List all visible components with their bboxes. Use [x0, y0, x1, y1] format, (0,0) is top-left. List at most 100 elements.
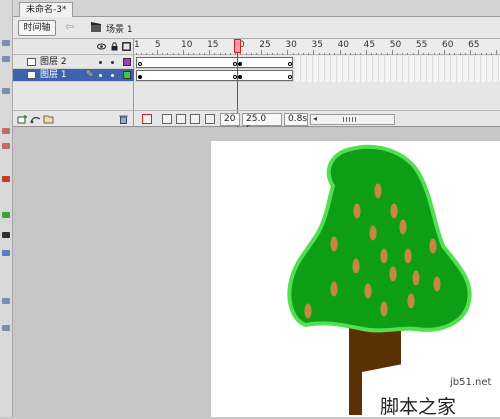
- tool-icon[interactable]: [2, 128, 10, 134]
- scroll-left-icon[interactable]: ◂: [313, 114, 317, 123]
- tween-span[interactable]: [136, 70, 293, 81]
- fruit-shape[interactable]: [374, 183, 382, 199]
- fruit-shape[interactable]: [380, 301, 388, 317]
- document-tab-bar: 未命名-3*: [13, 0, 500, 17]
- watermark-url: jb51.net: [450, 377, 492, 388]
- fruit-shape[interactable]: [352, 258, 360, 274]
- stage-canvas[interactable]: [211, 141, 500, 417]
- tool-icon[interactable]: [2, 143, 10, 149]
- fruit-shape[interactable]: [304, 303, 312, 319]
- tool-icon[interactable]: [2, 232, 10, 238]
- tool-icon[interactable]: [2, 56, 10, 62]
- fruit-shape[interactable]: [353, 203, 361, 219]
- ruler-label: 45: [363, 40, 376, 50]
- keyframe[interactable]: [288, 75, 292, 79]
- fruit-shape[interactable]: [433, 276, 441, 292]
- tool-icon[interactable]: [2, 88, 10, 94]
- outline-color-swatch[interactable]: [123, 71, 131, 79]
- ruler-label: 5: [154, 40, 161, 50]
- tool-icon[interactable]: [2, 212, 10, 218]
- ruler-tick: [490, 53, 492, 55]
- fruit-shape[interactable]: [404, 248, 412, 264]
- tool-icon[interactable]: [2, 250, 10, 256]
- ruler-tick: [282, 53, 284, 55]
- frame-row[interactable]: [134, 56, 500, 69]
- tree-drawing[interactable]: [211, 141, 500, 417]
- layer-row-2[interactable]: 图层 2: [13, 56, 134, 69]
- onion-skin-icon[interactable]: [162, 114, 172, 124]
- fruit-shape[interactable]: [390, 203, 398, 219]
- new-layer-icon[interactable]: [17, 114, 28, 124]
- lock-icon[interactable]: [110, 42, 119, 51]
- playhead[interactable]: [234, 39, 241, 53]
- tween-span[interactable]: [136, 57, 293, 68]
- frame-ruler[interactable]: 15101520253035404550556065: [134, 39, 500, 55]
- visibility-dot[interactable]: [99, 74, 102, 77]
- fruit-shape[interactable]: [407, 293, 415, 309]
- keyframe[interactable]: [138, 75, 142, 79]
- ruler-label: 50: [389, 40, 402, 50]
- fruit-shape[interactable]: [412, 270, 420, 286]
- ruler-tick: [454, 53, 456, 55]
- tool-icon[interactable]: [2, 176, 10, 182]
- tool-icon[interactable]: [2, 325, 10, 331]
- tool-icon[interactable]: [2, 40, 10, 46]
- visibility-dot[interactable]: [99, 61, 102, 64]
- fruit-shape[interactable]: [399, 219, 407, 235]
- fruit-shape[interactable]: [330, 236, 338, 252]
- ruler-tick: [334, 53, 336, 55]
- timeline-toggle-button[interactable]: 时间轴: [18, 20, 56, 36]
- timeline-panel: 图层 2 图层 1 ✎ 1 5 10 15 25 30 35 40 45 50 …: [13, 39, 500, 135]
- outline-color-swatch[interactable]: [123, 58, 131, 66]
- timeline-scrollbar[interactable]: ◂: [310, 114, 395, 125]
- tree-canopy[interactable]: [287, 144, 472, 333]
- stage-pasteboard: [13, 127, 500, 417]
- ruler-tick: [245, 53, 247, 55]
- ruler-label: 1: [134, 40, 140, 50]
- ruler-tick: [182, 50, 184, 55]
- ruler-tick: [266, 53, 268, 55]
- onion-outline-icon[interactable]: [176, 114, 186, 124]
- empty-frames[interactable]: [295, 56, 500, 69]
- fruit-shape[interactable]: [364, 283, 372, 299]
- fruit-shape[interactable]: [330, 281, 338, 297]
- layer-row-1[interactable]: 图层 1 ✎: [13, 69, 134, 82]
- add-guide-layer-icon[interactable]: [30, 114, 41, 124]
- eye-icon[interactable]: [97, 42, 106, 51]
- document-tab[interactable]: 未命名-3*: [19, 2, 74, 17]
- keyframe[interactable]: [238, 62, 242, 66]
- back-arrow-icon[interactable]: ⇦: [65, 20, 74, 33]
- frame-rate-field[interactable]: 25.0 fps: [242, 113, 282, 135]
- fruit-shape[interactable]: [369, 225, 377, 241]
- watermark-text: 脚本之家: [380, 396, 457, 418]
- layer-name[interactable]: 图层 1: [40, 70, 67, 81]
- layer-name[interactable]: 图层 2: [40, 57, 67, 68]
- empty-frames[interactable]: [295, 69, 500, 82]
- ruler-tick: [146, 53, 148, 55]
- ruler-tick: [193, 53, 195, 55]
- keyframe[interactable]: [288, 62, 292, 66]
- delete-layer-icon[interactable]: [118, 114, 129, 124]
- fruit-shape[interactable]: [429, 238, 437, 254]
- tool-icon[interactable]: [2, 298, 10, 304]
- center-frame-icon[interactable]: [142, 114, 152, 124]
- new-folder-icon[interactable]: [43, 114, 54, 124]
- edit-multiple-frames-icon[interactable]: [190, 114, 200, 124]
- ruler-tick: [370, 53, 372, 55]
- lock-dot[interactable]: [111, 74, 114, 77]
- fruit-shape[interactable]: [380, 248, 388, 264]
- outline-icon[interactable]: [122, 42, 131, 51]
- frame-row[interactable]: [134, 69, 500, 82]
- ruler-tick: [443, 50, 445, 55]
- fruit-shape[interactable]: [389, 266, 397, 282]
- ruler-tick: [323, 53, 325, 55]
- keyframe[interactable]: [238, 75, 242, 79]
- ruler-label: 30: [285, 40, 297, 50]
- lock-dot[interactable]: [111, 61, 114, 64]
- scrollbar-thumb[interactable]: [343, 117, 357, 122]
- frame-area[interactable]: 15101520253035404550556065: [134, 39, 500, 135]
- layer-footer: [13, 110, 134, 127]
- modify-onion-markers-icon[interactable]: [205, 114, 215, 124]
- ruler-label: 40: [337, 40, 350, 50]
- keyframe[interactable]: [138, 62, 142, 66]
